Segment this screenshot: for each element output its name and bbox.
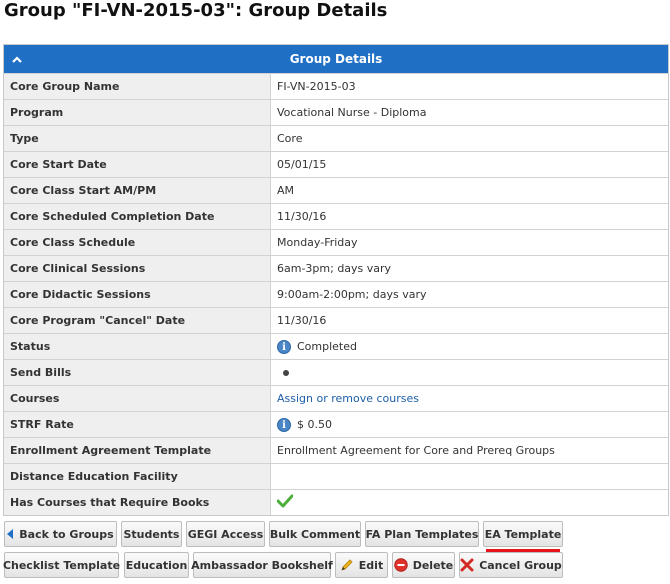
- detail-value-cell: FI-VN-2015-03: [270, 73, 668, 100]
- detail-value-cell: i $ 0.50: [270, 411, 668, 438]
- detail-value: 6am-3pm; days vary: [277, 262, 392, 275]
- detail-value: FI-VN-2015-03: [277, 80, 356, 93]
- detail-value-cell: Vocational Nurse - Diploma: [270, 99, 668, 126]
- detail-value-cell: [270, 489, 668, 515]
- detail-label: Core Class Schedule: [4, 229, 271, 256]
- detail-value: 11/30/16: [277, 210, 327, 223]
- assign-courses-link[interactable]: Assign or remove courses: [277, 392, 419, 405]
- detail-value-cell: 6am-3pm; days vary: [270, 255, 668, 282]
- pencil-icon: [340, 558, 354, 572]
- bulk-comment-button[interactable]: Bulk Comment: [269, 521, 361, 547]
- detail-row: Core Group Name FI-VN-2015-03: [4, 73, 668, 100]
- detail-row: Enrollment Agreement Template Enrollment …: [4, 437, 668, 464]
- edit-button[interactable]: Edit: [335, 552, 388, 578]
- fa-plan-templates-button[interactable]: FA Plan Templates: [365, 521, 479, 547]
- detail-value: 9:00am-2:00pm; days vary: [277, 288, 427, 301]
- detail-row: Status i Completed: [4, 333, 668, 360]
- detail-value-cell: 9:00am-2:00pm; days vary: [270, 281, 668, 308]
- back-to-groups-button[interactable]: Back to Groups: [4, 521, 117, 547]
- checkmark-icon: [276, 494, 294, 511]
- education-button[interactable]: Education: [124, 552, 189, 578]
- detail-value-cell: [270, 359, 668, 386]
- detail-label: Core Didactic Sessions: [4, 281, 271, 308]
- gegi-access-button[interactable]: GEGI Access: [186, 521, 265, 547]
- detail-label: Core Scheduled Completion Date: [4, 203, 271, 230]
- panel-header-title: Group Details: [289, 52, 383, 66]
- detail-row: Has Courses that Require Books: [4, 489, 668, 515]
- detail-row: Core Program "Cancel" Date 11/30/16: [4, 307, 668, 334]
- detail-row: Core Didactic Sessions 9:00am-2:00pm; day…: [4, 281, 668, 308]
- details-table: Core Group Name FI-VN-2015-03 Program Vocat…: [4, 73, 668, 515]
- detail-value-cell: 05/01/15: [270, 151, 668, 178]
- detail-label: Program: [4, 99, 271, 126]
- detail-value-cell: [270, 463, 668, 490]
- detail-row: Distance Education Facility: [4, 463, 668, 490]
- detail-label: Send Bills: [4, 359, 271, 386]
- detail-value: AM: [277, 184, 295, 197]
- detail-label: Core Group Name: [4, 73, 271, 100]
- detail-label: Has Courses that Require Books: [4, 489, 271, 515]
- detail-label: Courses: [4, 385, 271, 412]
- detail-row: Core Class Schedule Monday-Friday: [4, 229, 668, 256]
- detail-value-cell: Monday-Friday: [270, 229, 668, 256]
- dot-icon: [283, 370, 289, 376]
- detail-value: Enrollment Agreement for Core and Prereq…: [277, 444, 555, 457]
- detail-label: Core Program "Cancel" Date: [4, 307, 271, 334]
- detail-value-cell: AM: [270, 177, 668, 204]
- checklist-template-button[interactable]: Checklist Template: [3, 552, 120, 578]
- detail-value: Core: [277, 132, 303, 145]
- detail-label: Distance Education Facility: [4, 463, 271, 490]
- detail-row: Send Bills: [4, 359, 668, 386]
- detail-value: Monday-Friday: [277, 236, 358, 249]
- panel-header: Group Details: [4, 45, 668, 73]
- detail-label: Core Clinical Sessions: [4, 255, 271, 282]
- chevron-left-icon: [7, 529, 14, 539]
- detail-value-cell: i Completed: [270, 333, 668, 360]
- detail-row: Program Vocational Nurse - Diploma: [4, 99, 668, 126]
- page-title: Group "FI-VN-2015-03": Group Details: [4, 0, 388, 21]
- detail-value: Completed: [297, 339, 357, 353]
- detail-value: Vocational Nurse - Diploma: [277, 106, 427, 119]
- detail-value-cell: Enrollment Agreement for Core and Prereq…: [270, 437, 668, 464]
- detail-value: $ 0.50: [297, 417, 332, 431]
- delete-button[interactable]: Delete: [392, 552, 455, 578]
- detail-value-cell: Core: [270, 125, 668, 152]
- detail-row: STRF Rate i $ 0.50: [4, 411, 668, 438]
- group-details-panel: Group Details Core Group Name FI-VN-2015-…: [3, 44, 669, 516]
- cancel-group-button[interactable]: Cancel Group: [459, 552, 563, 578]
- info-icon[interactable]: i: [277, 339, 291, 354]
- detail-value-cell: 11/30/16: [270, 203, 668, 230]
- detail-row: Core Scheduled Completion Date 11/30/16: [4, 203, 668, 230]
- detail-label: Status: [4, 333, 271, 360]
- detail-row: Core Start Date 05/01/15: [4, 151, 668, 178]
- detail-row: Core Clinical Sessions 6am-3pm; days vary: [4, 255, 668, 282]
- detail-label: Enrollment Agreement Template: [4, 437, 271, 464]
- ea-template-button[interactable]: EA Template: [483, 521, 563, 552]
- detail-label: Core Class Start AM/PM: [4, 177, 271, 204]
- delete-icon: [394, 558, 408, 572]
- info-icon[interactable]: i: [277, 417, 291, 432]
- detail-value-cell: 11/30/16: [270, 307, 668, 334]
- collapse-chevron-icon[interactable]: [11, 53, 23, 65]
- detail-value-cell: Assign or remove courses: [270, 385, 668, 412]
- detail-label: Core Start Date: [4, 151, 271, 178]
- students-button[interactable]: Students: [121, 521, 182, 547]
- detail-row: Core Class Start AM/PM AM: [4, 177, 668, 204]
- ambassador-bookshelf-button[interactable]: Ambassador Bookshelf: [191, 552, 333, 578]
- detail-value: 11/30/16: [277, 314, 327, 327]
- cancel-x-icon: [460, 558, 474, 572]
- detail-value: 05/01/15: [277, 158, 327, 171]
- detail-row: Type Core: [4, 125, 668, 152]
- detail-row: Courses Assign or remove courses: [4, 385, 668, 412]
- detail-label: Type: [4, 125, 271, 152]
- detail-label: STRF Rate: [4, 411, 271, 438]
